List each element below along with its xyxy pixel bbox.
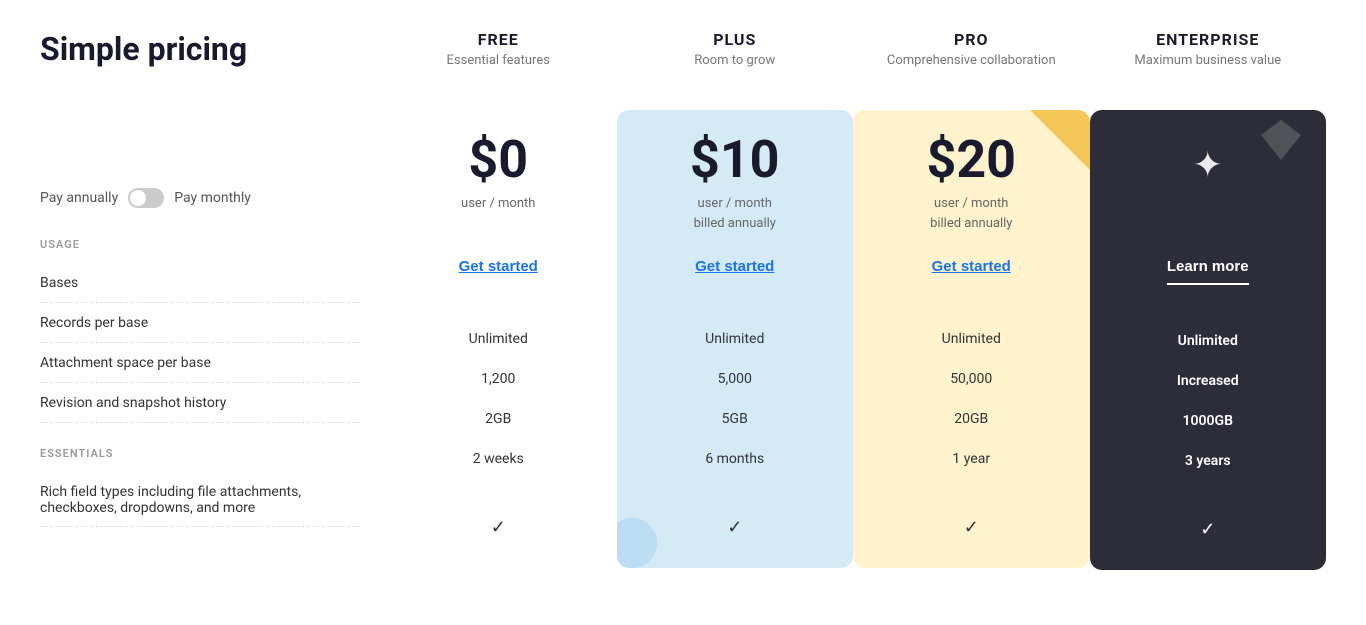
sparkle-icon: ✦	[1193, 144, 1223, 186]
plus-plan-card: $10 user / month billed annually Get sta…	[617, 110, 854, 568]
pro-bases-value: Unlimited	[869, 319, 1074, 359]
pro-price-period: user / month billed annually	[930, 194, 1012, 233]
plus-plan-header: PLUS Room to grow	[617, 30, 854, 110]
enterprise-plan-header: ENTERPRISE Maximum business value	[1090, 30, 1327, 110]
plus-cta-button[interactable]: Get started	[695, 250, 774, 283]
enterprise-bases-value: Unlimited	[1106, 321, 1311, 361]
pro-plan-column: PRO Comprehensive collaboration $20 user…	[853, 30, 1090, 568]
free-records-value: 1,200	[396, 359, 601, 399]
pay-monthly-label: Pay monthly	[174, 190, 251, 206]
plus-attachment-value: 5GB	[633, 399, 838, 439]
page-title: Simple pricing	[40, 30, 360, 68]
free-plan-header: FREE Essential features	[380, 30, 617, 110]
free-plan-name: FREE	[390, 30, 607, 49]
plus-plan-name: PLUS	[627, 30, 844, 49]
free-attachment-value: 2GB	[396, 399, 601, 439]
plus-price-amount: $10	[690, 134, 780, 186]
free-cta-button[interactable]: Get started	[459, 250, 538, 283]
free-revision-value: 2 weeks	[396, 439, 601, 479]
enterprise-revision-value: 3 years	[1106, 441, 1311, 481]
plus-price-period: user / month billed annually	[694, 194, 776, 233]
revision-feature-label: Revision and snapshot history	[40, 383, 360, 423]
pro-cta-button[interactable]: Get started	[932, 250, 1011, 283]
essentials-feature-label: Rich field types including file attachme…	[40, 472, 360, 527]
billing-toggle-switch[interactable]	[128, 188, 164, 208]
enterprise-data-section: Unlimited Increased 1000GB 3 years ✓	[1090, 311, 1327, 570]
pro-attachment-value: 20GB	[869, 399, 1074, 439]
bases-feature-label: Bases	[40, 263, 360, 303]
attachment-feature-label: Attachment space per base	[40, 343, 360, 383]
pro-plan-card: $20 user / month billed annually Get sta…	[853, 110, 1090, 568]
pro-plan-tagline: Comprehensive collaboration	[863, 53, 1080, 68]
plus-price-section: $10 user / month billed annually	[617, 110, 854, 250]
enterprise-plan-card: ✦ Learn more Unlimited Increased 1000GB …	[1090, 110, 1327, 570]
enterprise-plan-tagline: Maximum business value	[1100, 53, 1317, 68]
enterprise-records-value: Increased	[1106, 361, 1311, 401]
plus-essentials-checkmark: ✓	[633, 503, 838, 558]
free-price-period: user / month	[461, 194, 535, 214]
pro-data-section: Unlimited 50,000 20GB 1 year ✓	[853, 309, 1090, 568]
left-panel: Simple pricing Pay annually Pay monthly …	[40, 30, 380, 595]
enterprise-cta-button[interactable]: Learn more	[1167, 250, 1249, 285]
pro-plan-header: PRO Comprehensive collaboration	[853, 30, 1090, 110]
billing-toggle[interactable]: Pay annually Pay monthly	[40, 188, 360, 208]
usage-section-label: USAGE	[40, 238, 360, 251]
plus-records-value: 5,000	[633, 359, 838, 399]
enterprise-price-section: ✦	[1090, 110, 1327, 250]
pay-annually-label: Pay annually	[40, 190, 118, 206]
records-feature-label: Records per base	[40, 303, 360, 343]
plus-plan-column: PLUS Room to grow $10 user / month bille…	[617, 30, 854, 568]
free-price-amount: $0	[468, 134, 528, 186]
free-bases-value: Unlimited	[396, 319, 601, 359]
free-price-section: $0 user / month	[380, 110, 617, 250]
pro-price-amount: $20	[926, 134, 1016, 186]
free-data-section: Unlimited 1,200 2GB 2 weeks ✓	[380, 309, 617, 568]
pro-price-section: $20 user / month billed annually	[853, 110, 1090, 250]
pro-essentials-checkmark: ✓	[869, 503, 1074, 558]
plus-revision-value: 6 months	[633, 439, 838, 479]
free-plan-card: $0 user / month Get started Unlimited 1,…	[380, 110, 617, 568]
pro-plan-name: PRO	[863, 30, 1080, 49]
enterprise-attachment-value: 1000GB	[1106, 401, 1311, 441]
enterprise-plan-column: ENTERPRISE Maximum business value ✦ Lear…	[1090, 30, 1327, 570]
plus-bases-value: Unlimited	[633, 319, 838, 359]
plus-plan-tagline: Room to grow	[627, 53, 844, 68]
free-essentials-checkmark: ✓	[396, 503, 601, 558]
essentials-section-label: ESSENTIALS	[40, 447, 360, 460]
free-plan-column: FREE Essential features $0 user / month …	[380, 30, 617, 568]
pro-records-value: 50,000	[869, 359, 1074, 399]
enterprise-essentials-checkmark: ✓	[1106, 505, 1311, 560]
plans-area: FREE Essential features $0 user / month …	[380, 30, 1326, 595]
free-plan-tagline: Essential features	[390, 53, 607, 68]
pro-revision-value: 1 year	[869, 439, 1074, 479]
enterprise-plan-name: ENTERPRISE	[1100, 30, 1317, 49]
